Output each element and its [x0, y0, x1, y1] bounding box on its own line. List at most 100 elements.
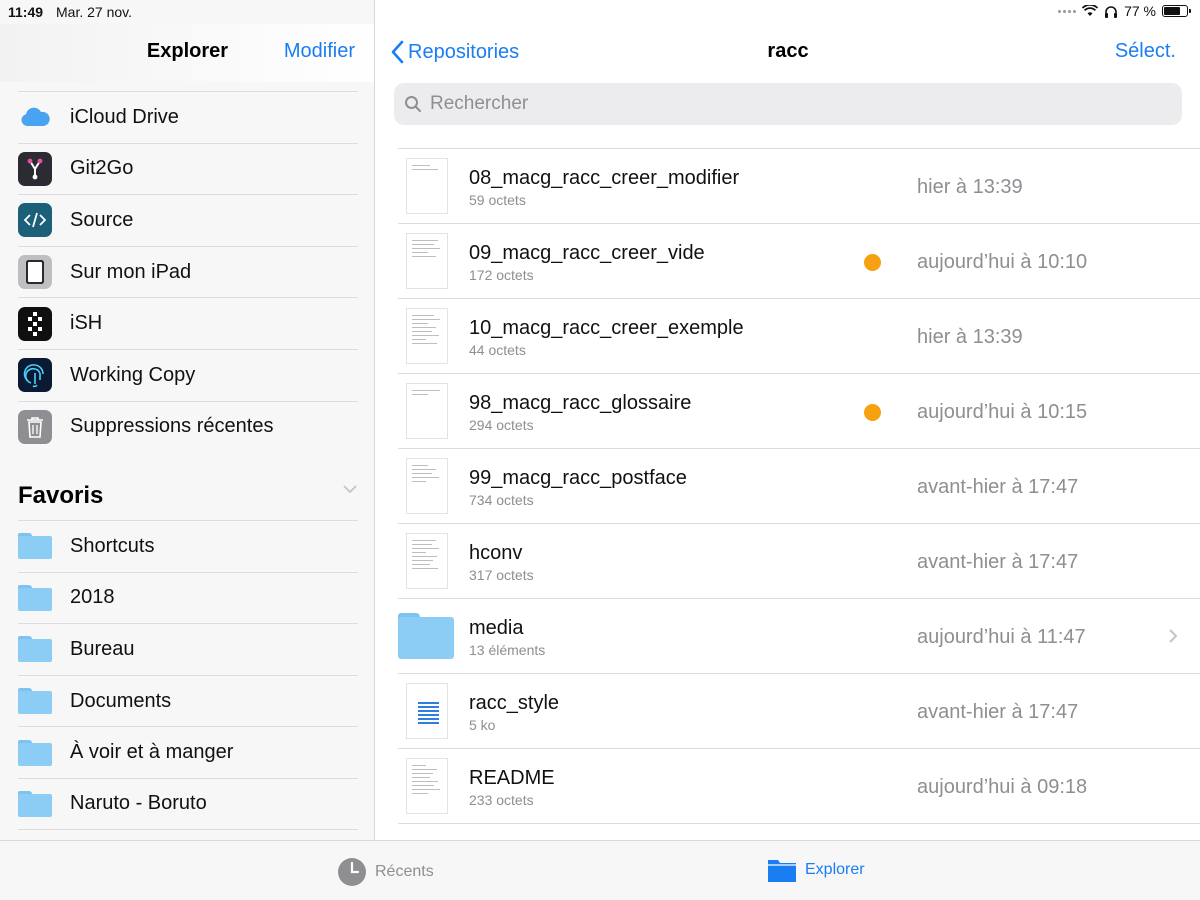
file-row[interactable]: 98_macg_racc_glossaire 294 octets aujourd’…: [398, 374, 1200, 449]
file-date: aujourd’hui à 10:10: [917, 251, 1088, 273]
sidebar-item-ipad[interactable]: Sur mon iPad: [18, 245, 358, 298]
sidebar-item-documents[interactable]: Documents: [18, 674, 358, 727]
file-row[interactable]: 09_macg_racc_creer_vide 172 octets aujourd…: [398, 224, 1200, 299]
text-file-thumbnail-icon: [406, 458, 448, 514]
folder-icon: [18, 739, 52, 766]
page-title: racc: [767, 40, 809, 62]
folder-icon: [18, 790, 52, 817]
headphones-icon: [1105, 5, 1118, 18]
file-date: aujourd’hui à 11:47: [917, 626, 1086, 648]
favorites-list: Shortcuts 2018 Bureau Documents À voir e…: [18, 520, 358, 830]
favorites-header[interactable]: Favoris: [18, 470, 358, 520]
sidebar-item-label: Suppressions récentes: [70, 415, 274, 438]
file-name: 10_macg_racc_creer_exemple: [469, 317, 744, 339]
text-file-thumbnail-icon: [406, 758, 448, 814]
modified-status-dot: [864, 254, 881, 271]
file-name: hconv: [469, 542, 523, 564]
folder-icon: [18, 533, 52, 560]
sidebar-item-git2go[interactable]: Git2Go: [18, 142, 358, 195]
sidebar-item-recently-deleted[interactable]: Suppressions récentes: [18, 400, 358, 453]
sidebar: Explorer Modifier iCloud Drive Git2Go So…: [0, 0, 375, 840]
sidebar-item-naruto-boruto[interactable]: Naruto - Boruto: [18, 777, 358, 830]
favorites-title: Favoris: [18, 482, 104, 509]
text-file-thumbnail-icon: [406, 383, 448, 439]
file-size: 734 octets: [469, 492, 534, 508]
text-file-thumbnail-icon: [406, 233, 448, 289]
sidebar-item-ish[interactable]: iSH: [18, 297, 358, 349]
ish-app-icon: [18, 306, 52, 341]
file-size: 172 octets: [469, 267, 534, 283]
sidebar-item-bureau[interactable]: Bureau: [18, 623, 358, 675]
search-icon: [405, 96, 421, 112]
sidebar-item-label: Working Copy: [70, 363, 196, 386]
folder-row[interactable]: media 13 éléments aujourd’hui à 11:47: [398, 599, 1200, 674]
battery-icon: [1162, 5, 1191, 17]
sidebar-item-label: Sur mon iPad: [70, 260, 192, 283]
tab-explorer[interactable]: Explorer: [767, 857, 865, 883]
tab-recents-label: Récents: [375, 863, 434, 880]
sidebar-item-2018[interactable]: 2018: [18, 571, 358, 624]
sidebar-item-label: iCloud Drive: [70, 105, 179, 128]
file-size: 317 octets: [469, 567, 534, 583]
navigation-bar: Repositories racc Sélect.: [376, 24, 1200, 82]
file-date: aujourd’hui à 10:15: [917, 401, 1088, 423]
tab-recents[interactable]: Récents: [337, 857, 434, 887]
search-input[interactable]: [430, 93, 1130, 115]
file-list: 08_macg_racc_creer_modifier 59 octets hier…: [398, 148, 1200, 824]
source-app-icon: [18, 203, 52, 238]
file-name: 99_macg_racc_postface: [469, 467, 687, 489]
folder-icon: [398, 613, 454, 659]
sidebar-item-a-voir-et-a-manger[interactable]: À voir et à manger: [18, 726, 358, 778]
locations-list: iCloud Drive Git2Go Source Sur mon iPad …: [18, 91, 358, 452]
file-row[interactable]: 99_macg_racc_postface 734 octets avant-hie…: [398, 449, 1200, 524]
file-row[interactable]: 08_macg_racc_creer_modifier 59 octets hier…: [398, 149, 1200, 224]
sidebar-item-icloud-drive[interactable]: iCloud Drive: [18, 91, 358, 143]
sidebar-item-label: Source: [70, 208, 134, 231]
file-name: racc_style: [469, 692, 560, 714]
tab-bar: Récents Explorer: [0, 840, 1200, 900]
file-row[interactable]: README 233 octets aujourd’hui à 09:18: [398, 749, 1200, 824]
sidebar-item-label: iSH: [70, 312, 103, 335]
file-row[interactable]: racc_style 5 ko avant-hier à 17:47: [398, 674, 1200, 749]
document-thumbnail-icon: [406, 683, 448, 739]
file-size: 233 octets: [469, 792, 534, 808]
file-name: 98_macg_racc_glossaire: [469, 392, 692, 414]
cloud-icon: [18, 100, 52, 134]
file-name: 08_macg_racc_creer_modifier: [469, 167, 740, 189]
select-button[interactable]: Sélect.: [1115, 40, 1176, 63]
search-bar[interactable]: [394, 83, 1182, 125]
sidebar-item-label: Naruto - Boruto: [70, 792, 207, 815]
battery-percent: 77 %: [1124, 3, 1156, 19]
file-date: avant-hier à 17:47: [917, 551, 1079, 573]
text-file-thumbnail-icon: [406, 158, 448, 214]
sidebar-header: Explorer Modifier: [0, 24, 374, 82]
sidebar-item-label: 2018: [70, 586, 115, 609]
file-name: media: [469, 617, 524, 639]
file-row[interactable]: 10_macg_racc_creer_exemple 44 octets hier …: [398, 299, 1200, 374]
sidebar-item-shortcuts[interactable]: Shortcuts: [18, 520, 358, 572]
edit-button[interactable]: Modifier: [284, 40, 355, 63]
text-file-thumbnail-icon: [406, 533, 448, 589]
modified-status-dot: [864, 404, 881, 421]
file-size: 59 octets: [469, 192, 526, 208]
text-file-thumbnail-icon: [406, 308, 448, 364]
sidebar-item-label: Documents: [70, 689, 172, 712]
chevron-down-icon[interactable]: [342, 484, 358, 494]
git2go-app-icon: [18, 151, 52, 186]
tab-explorer-label: Explorer: [805, 861, 865, 878]
file-size: 294 octets: [469, 417, 534, 433]
file-date: hier à 13:39: [917, 326, 1023, 348]
sidebar-item-working-copy[interactable]: Working Copy: [18, 348, 358, 401]
file-size: 44 octets: [469, 342, 526, 358]
trash-icon: [18, 409, 52, 444]
status-date: Mar. 27 nov.: [56, 4, 133, 20]
file-date: hier à 13:39: [917, 176, 1023, 198]
clock-icon: [338, 858, 366, 886]
sidebar-item-source[interactable]: Source: [18, 194, 358, 246]
file-row[interactable]: hconv 317 octets avant-hier à 17:47: [398, 524, 1200, 599]
folder-icon: [768, 860, 796, 882]
file-date: avant-hier à 17:47: [917, 701, 1079, 723]
cellular-icon: [1058, 9, 1077, 13]
file-name: README: [469, 767, 555, 789]
sidebar-item-label: Bureau: [70, 637, 135, 660]
